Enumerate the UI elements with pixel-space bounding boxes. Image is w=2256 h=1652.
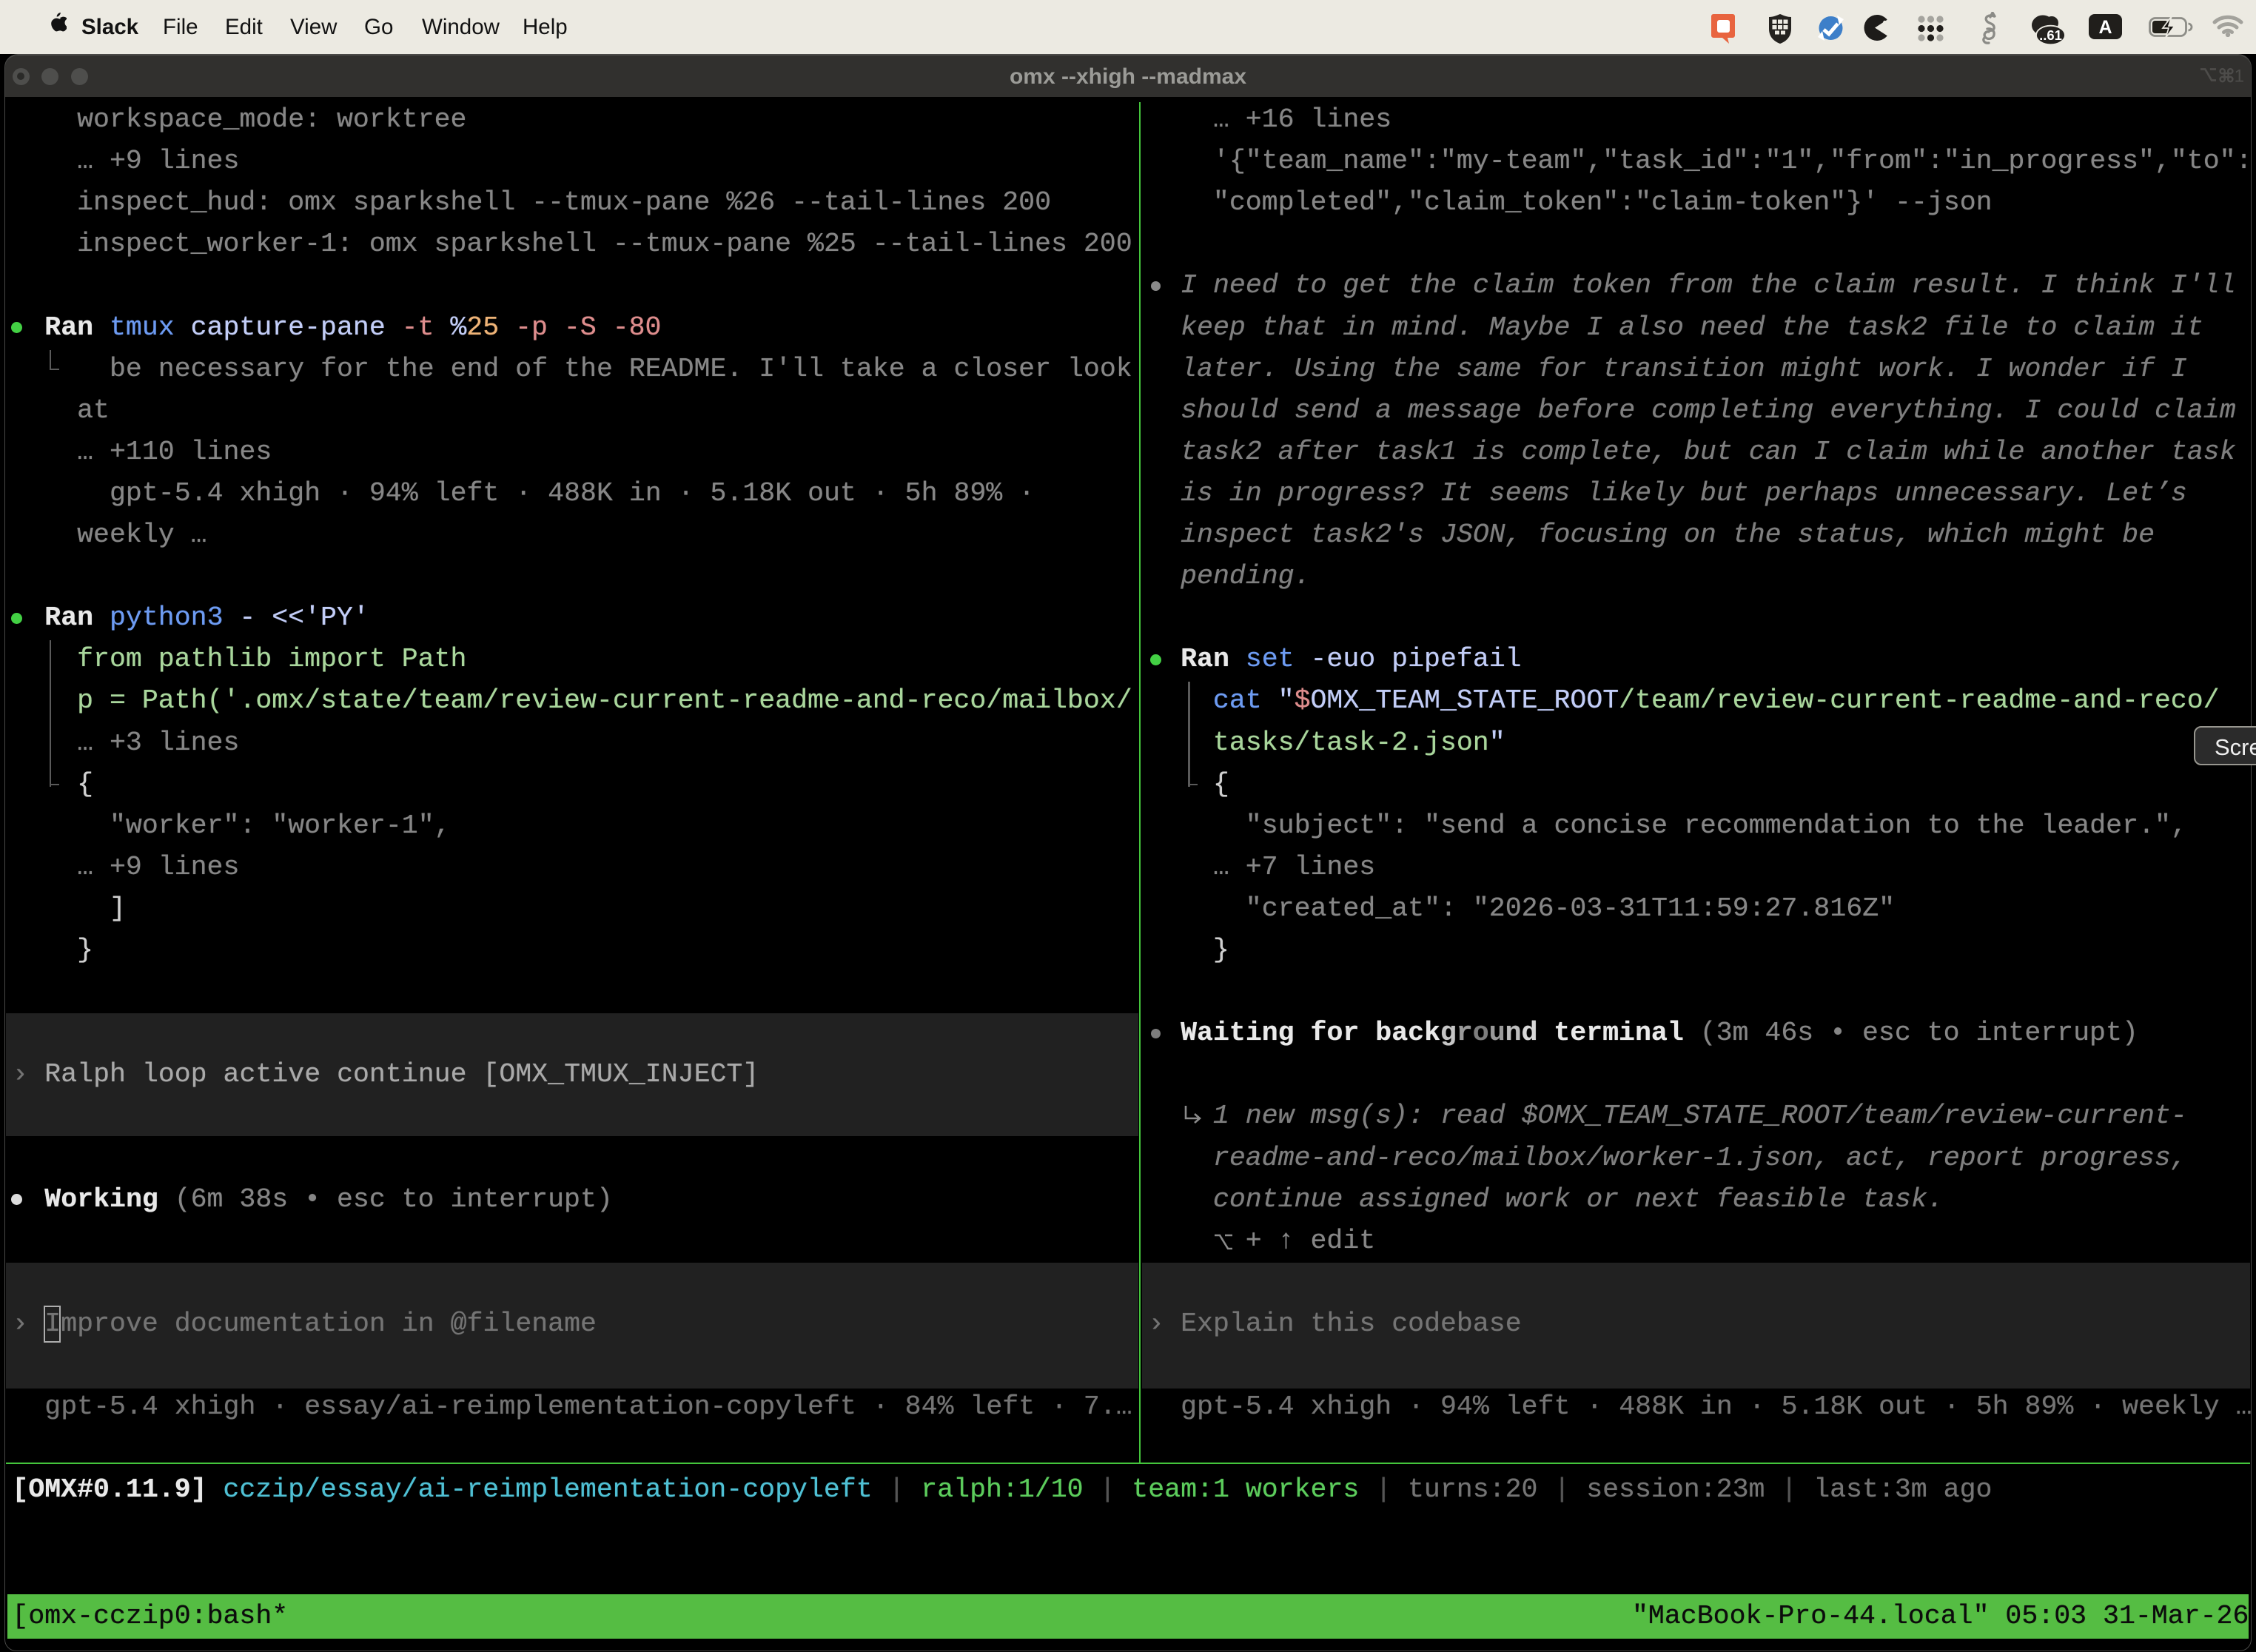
svg-text:..61: ..61 — [2039, 27, 2062, 43]
svg-text:A: A — [2098, 17, 2112, 38]
svg-text:1: 1 — [2235, 67, 2245, 86]
